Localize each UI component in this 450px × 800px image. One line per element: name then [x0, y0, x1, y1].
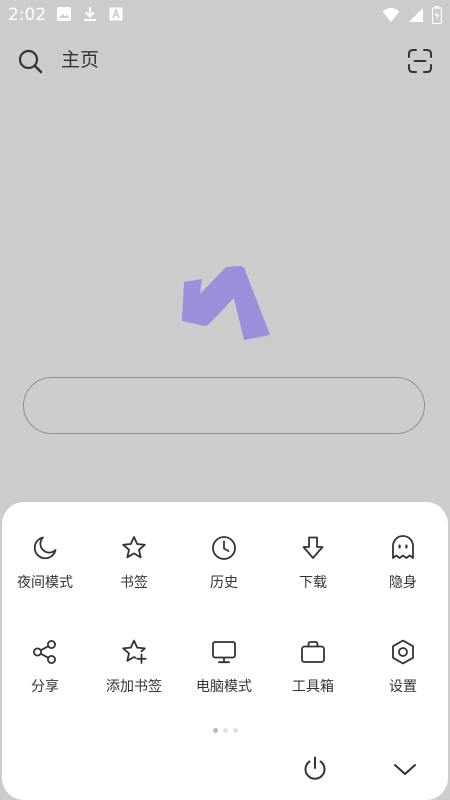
search-button[interactable]	[17, 48, 43, 74]
moon-icon	[33, 536, 57, 560]
scan-icon	[408, 49, 432, 73]
menu-item-incognito[interactable]: 隐身	[359, 534, 447, 604]
menu-item-downloads[interactable]: 下载	[269, 534, 357, 604]
arrow-down-icon	[302, 536, 324, 559]
exit-button[interactable]	[300, 754, 330, 784]
page-dot[interactable]	[222, 728, 228, 733]
status-left-icons	[56, 6, 124, 22]
menu-item-toolbox[interactable]: 工具箱	[269, 638, 357, 708]
status-bar: 2:02	[0, 0, 450, 30]
page-dot[interactable]	[212, 728, 218, 733]
menu-item-history[interactable]: 历史	[180, 534, 268, 604]
monitor-icon	[212, 641, 236, 664]
menu-item-label: 历史	[210, 575, 238, 591]
signal-icon	[409, 8, 423, 22]
download-icon	[84, 7, 96, 21]
menu-item-label: 夜间模式	[17, 575, 73, 591]
main-search-input[interactable]	[23, 377, 425, 434]
logo-icon	[182, 266, 270, 340]
hexagon-settings-icon	[392, 639, 414, 665]
menu-item-bookmarks[interactable]: 书签	[90, 534, 178, 604]
menu-item-share[interactable]: 分享	[1, 638, 89, 708]
menu-item-settings[interactable]: 设置	[359, 638, 447, 708]
chevron-down-icon	[394, 764, 416, 775]
a-icon	[109, 7, 123, 21]
menu-sheet: 夜间模式 书签 历史 下载 隐身 分享 添加书签 电脑模式 工具箱 设置	[2, 502, 448, 800]
browser-logo	[178, 263, 274, 343]
collapse-menu-button[interactable]	[390, 754, 420, 784]
page-title: 主页	[61, 49, 100, 71]
status-time: 2:02	[8, 5, 47, 25]
star-plus-icon	[122, 639, 147, 664]
search-icon	[18, 49, 43, 74]
menu-item-add-bookmark[interactable]: 添加书签	[90, 638, 178, 708]
share-icon	[33, 640, 56, 664]
toolbox-icon	[301, 641, 325, 663]
menu-item-label: 书签	[120, 575, 148, 591]
battery-icon	[432, 6, 442, 24]
scan-button[interactable]	[407, 48, 433, 74]
image-icon	[57, 7, 71, 21]
menu-item-label: 下载	[299, 575, 327, 591]
wifi-icon	[382, 8, 400, 22]
top-bar: 主页	[0, 40, 450, 80]
menu-row-2: 分享 添加书签 电脑模式 工具箱 设置	[2, 638, 448, 742]
screen: 2:02 主页 夜间模式 书签 历史 下载 隐身 分享 添加书签 电脑模式 工具…	[0, 0, 450, 800]
menu-item-label: 隐身	[389, 575, 417, 591]
clock-icon	[212, 536, 236, 560]
menu-item-label: 分享	[31, 679, 59, 695]
page-dot[interactable]	[232, 728, 238, 733]
menu-grid: 夜间模式 书签 历史 下载 隐身 分享 添加书签 电脑模式 工具箱 设置	[2, 534, 448, 742]
menu-item-night-mode[interactable]: 夜间模式	[1, 534, 89, 604]
menu-item-label: 设置	[389, 679, 417, 695]
menu-item-label: 添加书签	[106, 679, 162, 695]
power-icon	[304, 756, 326, 780]
menu-item-label: 工具箱	[292, 679, 334, 695]
menu-item-desktop-mode[interactable]: 电脑模式	[180, 638, 268, 708]
star-icon	[122, 536, 146, 559]
menu-item-label: 电脑模式	[196, 679, 252, 695]
status-right-icons	[382, 6, 442, 24]
menu-row-1: 夜间模式 书签 历史 下载 隐身	[2, 534, 448, 638]
page-indicator	[2, 728, 448, 733]
ghost-icon	[392, 535, 414, 559]
